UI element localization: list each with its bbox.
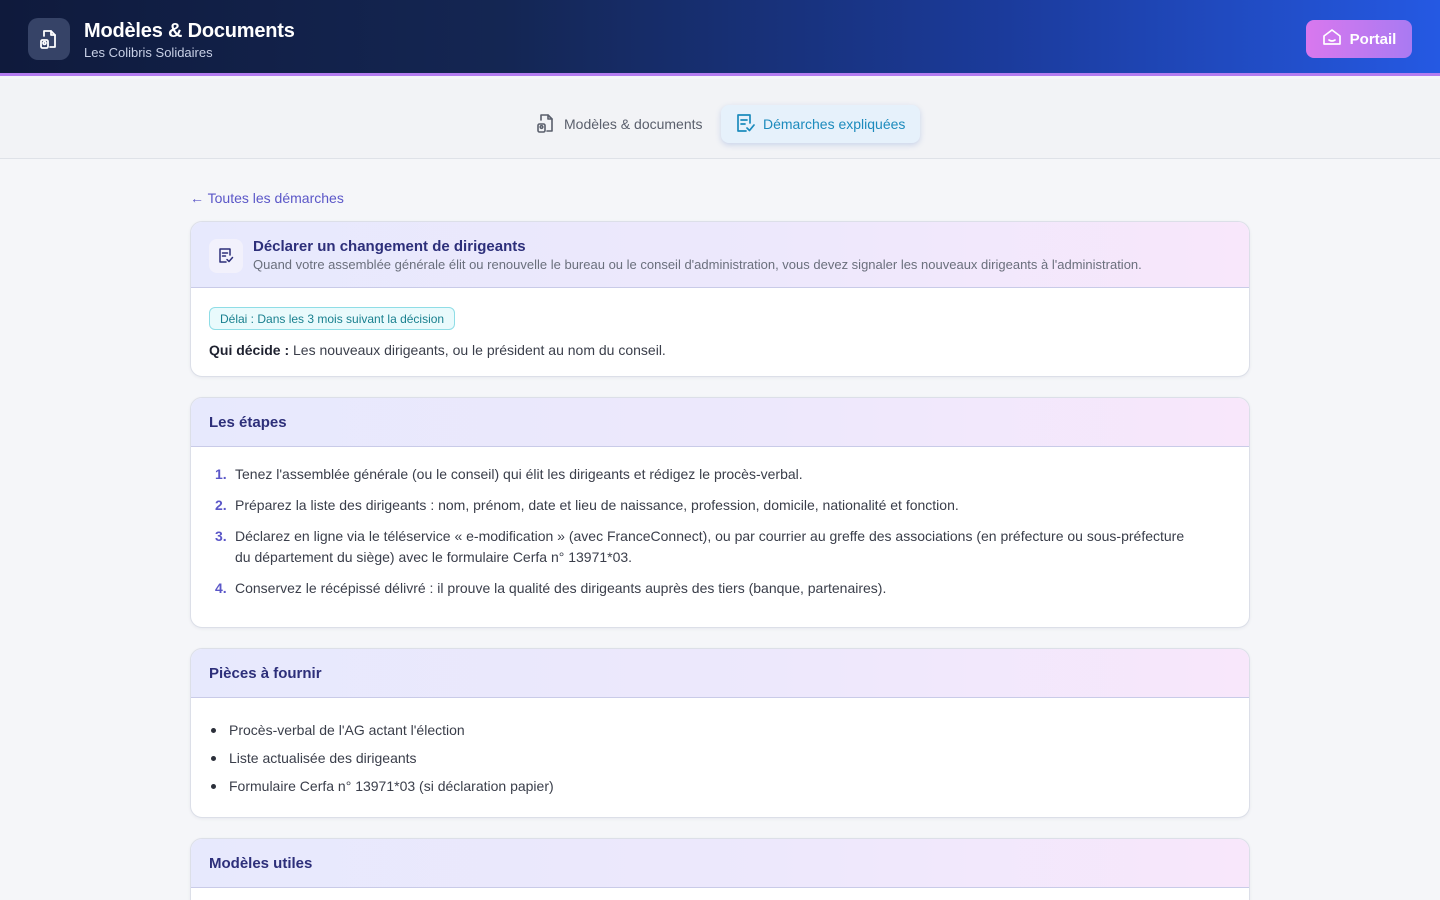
deadline-badge: Délai : Dans les 3 mois suivant la décis… [209,307,456,330]
step-text: Conservez le récépissé délivré : il prou… [235,580,887,596]
step-text: Déclarez en ligne via le téléservice « e… [235,528,1185,565]
document-icon [536,112,556,137]
checklist-icon [209,239,243,273]
tab-label: Démarches expliquées [763,116,906,132]
tab-bar: Modèles & documents Démarches expliquées [0,79,1440,159]
required-documents-header: Pièces à fournir [191,649,1249,698]
useful-models-header: Modèles utiles [191,839,1249,888]
procedure-description: Quand votre assemblée générale élit ou r… [253,257,1142,272]
list-item: Liste actualisée des dirigeants [211,744,554,772]
required-documents-title: Pièces à fournir [209,665,322,682]
list-item: Procès-verbal de l'AG actant l'élection [211,716,554,744]
step-item: 1. Tenez l'assemblée générale (ou le cons… [215,464,1195,485]
step-number: 2. [215,497,227,513]
tab-procedures-explained[interactable]: Démarches expliquées [721,105,920,143]
step-number: 1. [215,466,227,482]
who-decides-label: Qui décide : [209,342,290,358]
required-documents-list: Procès-verbal de l'AG actant l'élection … [211,716,554,800]
tab-label: Modèles & documents [564,116,703,132]
steps-title: Les étapes [209,414,287,431]
list-item: Formulaire Cerfa n° 13971*03 (si déclara… [211,772,554,800]
steps-header: Les étapes [191,398,1249,447]
app-title: Modèles & Documents [84,20,295,42]
organization-name: Les Colibris Solidaires [84,45,213,60]
procedure-header: Déclarer un changement de dirigeants Qua… [191,222,1249,288]
portal-label: Portail [1349,30,1397,48]
document-icon [28,18,70,60]
step-number: 4. [215,580,227,596]
who-decides: Qui décide : Les nouveaux dirigeants, ou… [209,342,666,358]
step-item: 4. Conservez le récépissé délivré : il pr… [215,578,1195,599]
checklist-icon [735,112,755,137]
steps-list: 1. Tenez l'assemblée générale (ou le cons… [215,464,1195,609]
procedure-title: Déclarer un changement de dirigeants [253,238,526,255]
home-icon [1322,28,1342,50]
required-documents-card: Pièces à fournir Procès-verbal de l'AG a… [190,648,1250,818]
step-item: 2. Préparez la liste des dirigeants : nom… [215,495,1195,516]
back-to-procedures-link[interactable]: ← Toutes les démarches [190,190,344,206]
useful-models-card: Modèles utiles [190,838,1250,900]
steps-card: Les étapes 1. Tenez l'assemblée générale … [190,397,1250,628]
app-header: Modèles & Documents Les Colibris Solidai… [0,0,1440,76]
tab-models-documents[interactable]: Modèles & documents [522,105,717,143]
step-number: 3. [215,528,227,544]
step-item: 3. Déclarez en ligne via le téléservice «… [215,526,1195,568]
procedure-summary-card: Déclarer un changement de dirigeants Qua… [190,221,1250,377]
step-text: Tenez l'assemblée générale (ou le consei… [235,466,803,482]
step-text: Préparez la liste des dirigeants : nom, … [235,497,959,513]
portal-button[interactable]: Portail [1306,20,1412,58]
who-decides-value: Les nouveaux dirigeants, ou le président… [293,342,666,358]
useful-models-title: Modèles utiles [209,855,313,872]
